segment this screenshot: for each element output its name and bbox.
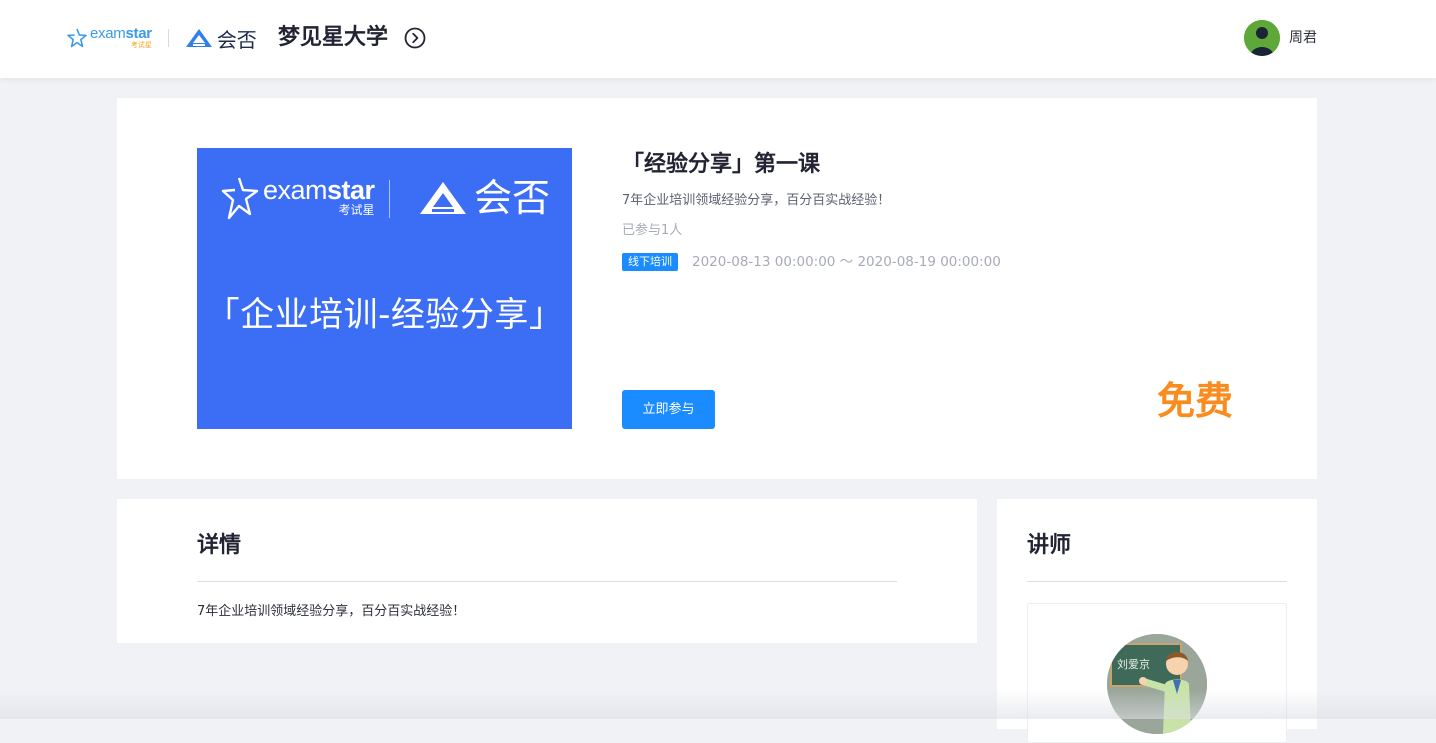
cover-huifou-logo: 会否 <box>418 176 550 220</box>
course-title: 「经验分享」第一课 <box>622 152 821 177</box>
detail-text: 7年企业培训领域经验分享，百分百实战经验！ <box>197 604 466 619</box>
cover-examstar-wordmark: examstar <box>263 175 375 205</box>
user-avatar-image <box>1244 20 1280 56</box>
course-time-range: 2020-08-13 00:00:00 ～ 2020-08-19 00:00:0… <box>692 254 1001 270</box>
cover-divider <box>389 180 390 218</box>
site-title[interactable]: 梦见星大学 <box>278 22 388 54</box>
examstar-logo-icon <box>67 28 87 48</box>
price-label: 免费 <box>1157 379 1234 423</box>
blackboard-text: 刘爱京 <box>1117 657 1150 671</box>
examstar-logo-icon <box>221 177 259 220</box>
course-description: 7年企业培训领域经验分享，百分百实战经验！ <box>622 193 891 208</box>
teacher-divider <box>1027 581 1287 582</box>
join-now-button[interactable]: 立即参与 <box>622 390 715 429</box>
user-avatar[interactable] <box>1244 20 1280 56</box>
teacher-avatar-illustration: 刘爱京 <box>1107 634 1207 734</box>
examstar-logo: examstar 考试星 <box>66 25 152 49</box>
teacher-heading: 讲师 <box>1027 533 1072 558</box>
brand-divider <box>167 29 169 47</box>
detail-card: 详情 7年企业培训领域经验分享，百分百实战经验！ <box>117 499 977 643</box>
examstar-wordmark: examstar <box>90 25 152 42</box>
huifou-logo-icon <box>185 29 212 47</box>
huifou-logo: 会否 <box>185 24 257 53</box>
participant-count: 已参与1人 <box>622 223 683 238</box>
detail-heading: 详情 <box>197 533 242 558</box>
teacher-card: 讲师 刘爱京 <box>997 499 1317 743</box>
cover-title: 「企业培训-经验分享」 <box>205 295 564 335</box>
top-header: examstar 考试星 会否 梦见星大学 周君 <box>0 0 1436 78</box>
cover-huifou-wordmark: 会否 <box>474 176 551 220</box>
detail-divider <box>197 581 897 582</box>
examstar-subtitle: 考试星 <box>130 41 152 49</box>
course-cover-image: examstar 考试星 会否 「企业培训-经验分享」 <box>197 148 572 429</box>
cover-examstar-logo: examstar 考试星 <box>221 174 375 222</box>
brand-logos[interactable]: examstar 考试星 会否 <box>66 22 257 54</box>
huifou-wordmark: 会否 <box>216 27 257 52</box>
huifou-logo-icon <box>420 182 466 214</box>
circle-chevron-right-icon[interactable] <box>404 27 426 49</box>
teacher-profile[interactable]: 刘爱京 <box>1027 603 1287 743</box>
user-name[interactable]: 周君 <box>1289 28 1317 48</box>
course-type-badge: 线下培训 <box>622 253 678 271</box>
teacher-avatar[interactable]: 刘爱京 <box>1107 634 1207 734</box>
course-card: examstar 考试星 会否 「企业培训-经验分享」 「经验分享」第一课 7年… <box>117 98 1317 479</box>
